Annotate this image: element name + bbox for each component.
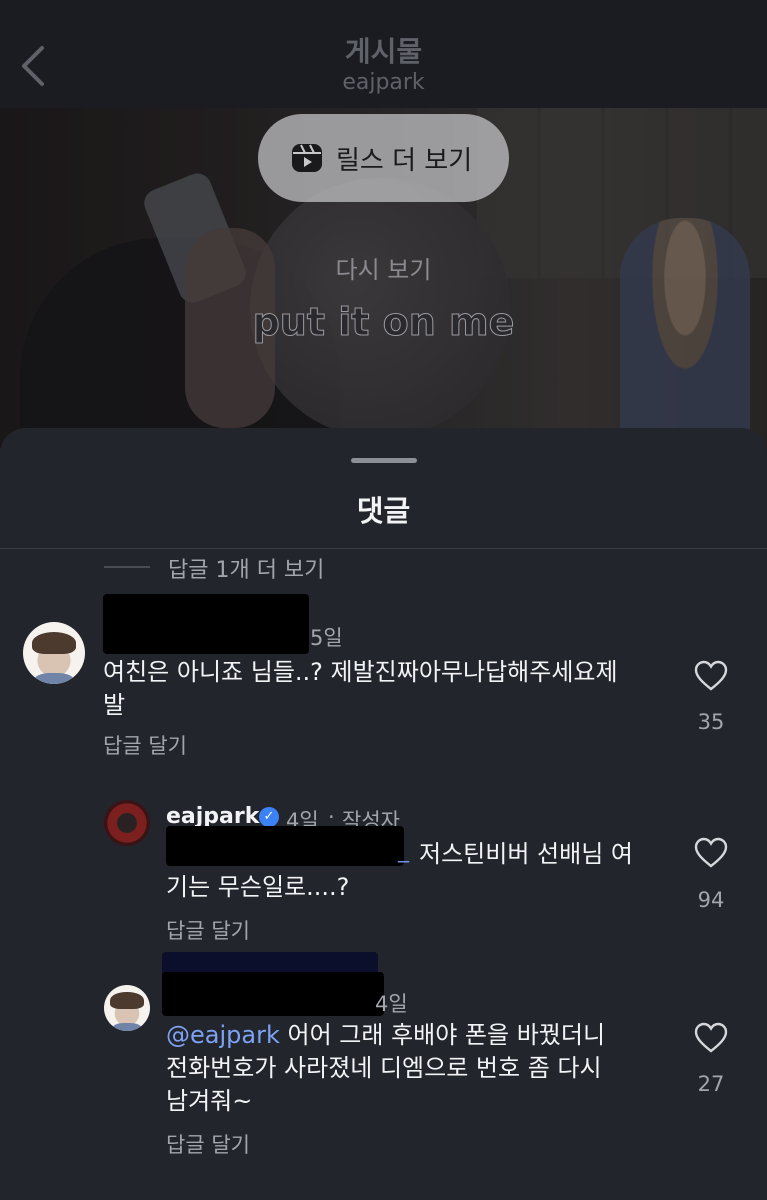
heart-icon[interactable] [694,660,728,692]
comment-text-line: 전화번호가 사라졌네 디엠으로 번호 좀 다시 [166,1054,602,1082]
avatar[interactable] [104,800,150,846]
comments-title: 댓글 [356,494,411,528]
avatar-hair [110,992,144,1009]
more-reels-label: 릴스 더 보기 [336,146,473,176]
comment-time: 5일 [310,626,343,650]
sheet-divider [0,548,767,549]
like-count: 35 [697,710,725,734]
comment-text-fragment: 어어 그래 후배야 폰을 바꿨더니 [279,1021,606,1049]
comment-time: 4일 [375,992,408,1016]
comment-text-line: 저스틴비버 선배님 여 [419,840,633,868]
like-count: 94 [697,888,725,912]
comment-text-line: 발 [103,691,126,719]
reply-button[interactable]: 답글 달기 [103,730,187,760]
sheet-drag-handle[interactable] [351,458,417,463]
avatar[interactable] [23,622,85,684]
replay-label[interactable]: 다시 보기 [0,250,767,285]
reels-icon [292,144,322,172]
more-replies-link[interactable]: 답글 1개 더 보기 [168,552,324,584]
redacted-username [103,594,309,654]
heart-icon[interactable] [694,837,728,869]
redacted-mention [166,826,404,866]
more-replies-line [104,566,150,568]
comment-text-line: 남겨줘~ [166,1087,253,1115]
page-title: 게시물 [344,35,423,68]
comments-sheet: 댓글 답글 1개 더 보기 h 5일 여친은 아니죠 님들..? 제발진짜아무나… [0,428,767,1200]
verified-badge-icon: ✓ [259,807,279,827]
reply-button[interactable]: 답글 달기 [166,915,250,945]
mention-link[interactable]: @eajpark [166,1021,280,1049]
avatar-shirt [34,672,74,684]
avatar-shirt [112,1022,142,1031]
reply-button[interactable]: 답글 달기 [166,1129,250,1159]
post-owner-username[interactable]: eajpark [0,70,767,95]
like-count: 27 [697,1072,725,1096]
avatar[interactable] [104,985,150,1031]
avatar-hair [31,631,77,655]
comment-text-line: 기는 무슨일로....? [166,873,350,901]
mention-fragment[interactable]: _ [398,838,409,863]
top-bar: 게시물 eajpark [0,0,767,108]
redacted-username [162,972,384,1016]
heart-icon[interactable] [694,1022,728,1054]
comment-text-line: 여친은 아니죠 님들..? 제발진짜아무나답해주세요제 [103,658,618,686]
comment-text-line: @eajpark 어어 그래 후배야 폰을 바꿨더니 [166,1019,605,1052]
video-lyric-caption: put it on me [252,300,515,345]
